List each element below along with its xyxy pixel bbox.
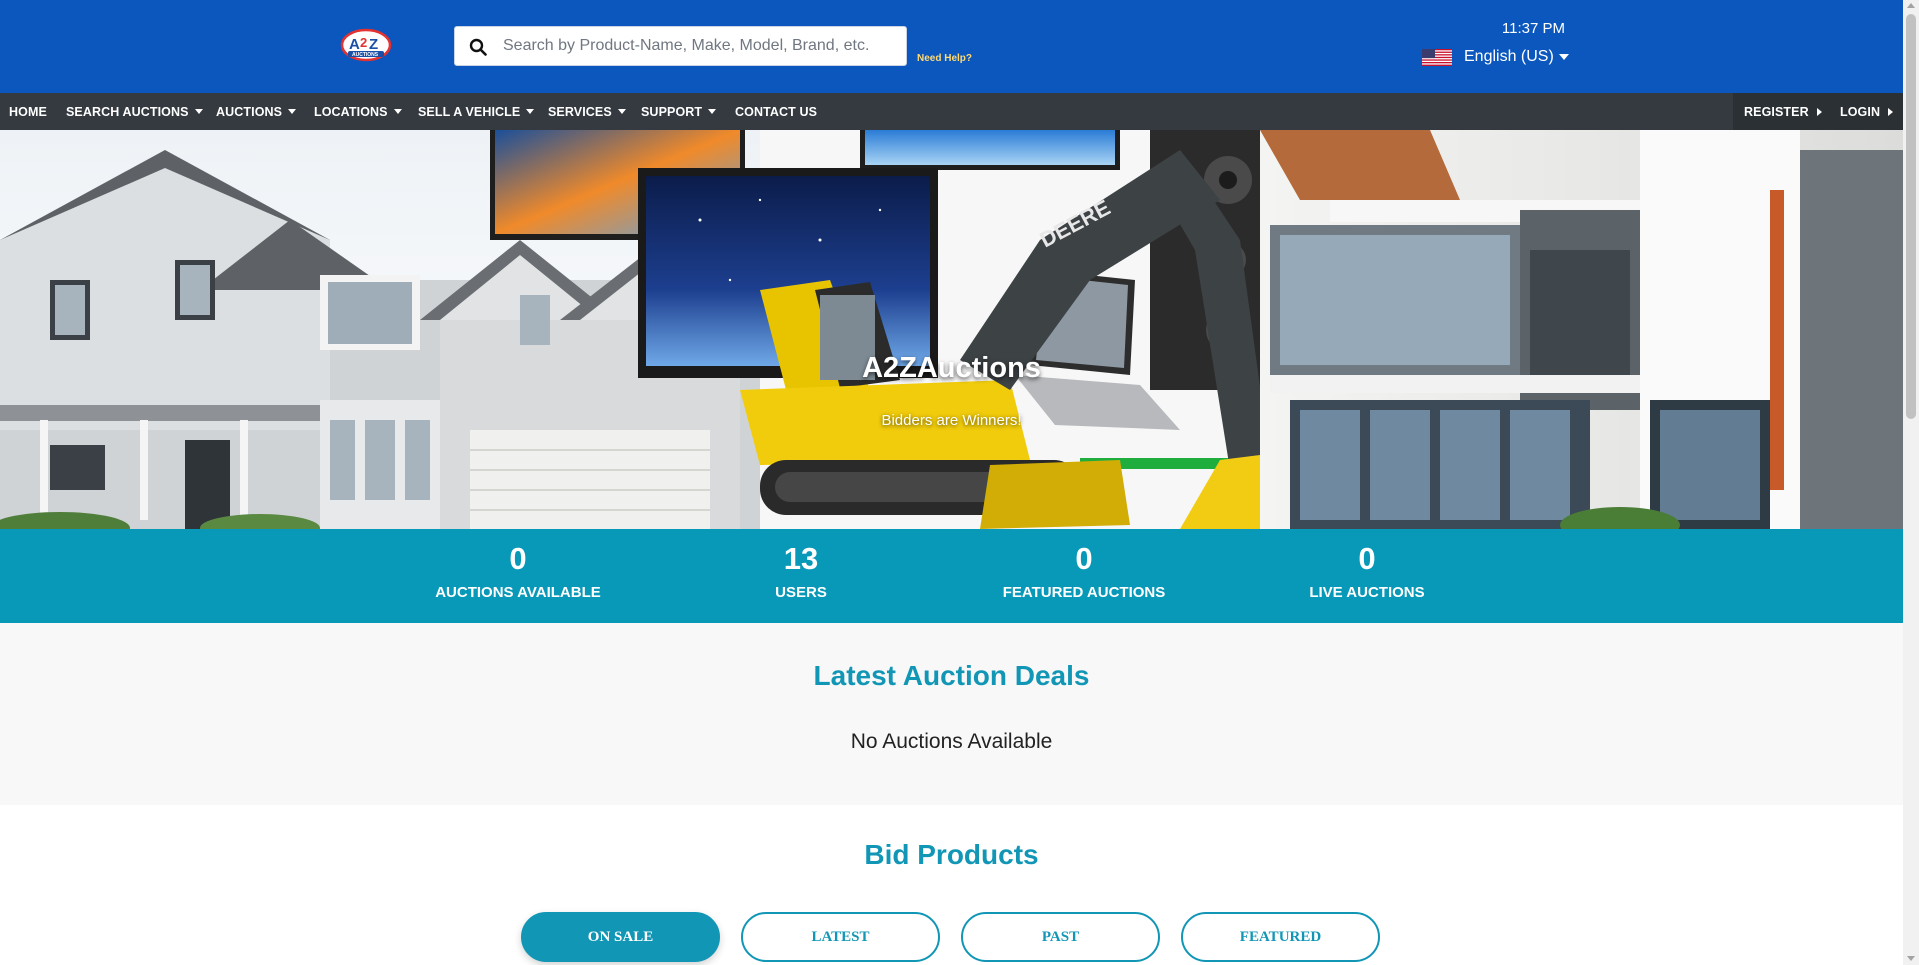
tab-featured[interactable]: FEATURED [1181, 912, 1380, 962]
nav-item-label: SUPPORT [641, 104, 703, 119]
register-link[interactable]: REGISTER [1744, 93, 1822, 130]
nav-item-sell-a-vehicle[interactable]: SELL A VEHICLE [418, 93, 535, 130]
nav-item-services[interactable]: SERVICES [548, 93, 626, 130]
stat-value: 0 [1075, 541, 1093, 576]
stat-live-auctions: 0 LIVE AUCTIONS [1247, 539, 1487, 601]
stats-bar: 0 AUCTIONS AVAILABLE 13 USERS 0 FEATURED… [0, 529, 1903, 623]
nav-item-label: CONTACT US [735, 104, 818, 119]
chevron-down-icon [1558, 54, 1569, 60]
nav-item-label: SERVICES [548, 104, 612, 119]
caret-right-icon [1816, 107, 1822, 116]
svg-text:Z: Z [369, 36, 378, 53]
register-label: REGISTER [1744, 104, 1809, 119]
tab-past[interactable]: PAST [961, 912, 1160, 962]
page: A 2 Z AUCTIONS Need Help? 11:37 PM [0, 0, 1903, 965]
stat-users: 13 USERS [681, 539, 921, 601]
stat-value: 0 [1358, 541, 1376, 576]
stat-value: 13 [783, 541, 819, 576]
tab-on-sale[interactable]: ON SALE [521, 912, 720, 962]
scroll-thumb[interactable] [1906, 14, 1916, 419]
tab-latest[interactable]: LATEST [741, 912, 940, 962]
need-help-link[interactable]: Need Help? [917, 53, 972, 64]
caret-right-icon [1888, 107, 1894, 116]
language-label: English (US) [1464, 48, 1554, 65]
search-icon[interactable] [469, 38, 487, 56]
us-flag-icon [1422, 48, 1452, 66]
stat-label: LIVE AUCTIONS [1309, 584, 1425, 601]
svg-text:2: 2 [360, 35, 367, 50]
stat-label: FEATURED AUCTIONS [1002, 584, 1166, 601]
caret-down-icon [526, 109, 535, 114]
stat-value: 0 [509, 541, 527, 576]
scroll-up-arrow-icon[interactable] [1907, 3, 1915, 8]
empty-state-text: No Auctions Available [850, 730, 1053, 753]
caret-down-icon [617, 109, 626, 114]
nav-item-label: HOME [9, 104, 47, 119]
latest-deals-title: Latest Auction Deals [813, 660, 1090, 691]
stat-label: USERS [775, 584, 827, 601]
stat-featured-auctions: 0 FEATURED AUCTIONS [964, 539, 1204, 601]
nav-item-auctions[interactable]: AUCTIONS [216, 93, 297, 130]
site-logo[interactable]: A 2 Z AUCTIONS [340, 27, 392, 63]
caret-down-icon [708, 109, 717, 114]
bid-products-section: Bid Products ON SALE LATEST PAST FEATURE… [0, 805, 1903, 965]
scroll-down-arrow-icon[interactable] [1907, 956, 1915, 961]
caret-down-icon [288, 109, 297, 114]
search-box [454, 26, 907, 66]
login-label: LOGIN [1840, 104, 1881, 119]
hero-title: A2ZAuctions [862, 352, 1041, 384]
page-scrollbar[interactable] [1903, 0, 1919, 965]
top-header: A 2 Z AUCTIONS Need Help? 11:37 PM [0, 0, 1903, 93]
nav-item-contact-us[interactable]: CONTACT US [735, 93, 817, 130]
nav-item-label: SELL A VEHICLE [418, 104, 521, 119]
nav-item-search-auctions[interactable]: SEARCH AUCTIONS [66, 93, 203, 130]
search-input[interactable] [503, 27, 903, 65]
hero-banner: DEERE A2ZAuctions Bidders are Winners! [0, 130, 1903, 529]
nav-item-label: LOCATIONS [314, 104, 388, 119]
hero-image: DEERE [0, 130, 1903, 529]
svg-text:AUCTIONS: AUCTIONS [352, 52, 379, 58]
nav-item-home[interactable]: HOME [9, 93, 47, 130]
latest-deals-section: Latest Auction Deals No Auctions Availab… [0, 623, 1903, 805]
caret-down-icon [393, 109, 402, 114]
nav-item-label: AUCTIONS [216, 104, 283, 119]
bid-products-title: Bid Products [864, 839, 1039, 870]
login-link[interactable]: LOGIN [1840, 93, 1894, 130]
main-nav: HOME SEARCH AUCTIONS AUCTIONS LOCATIONS … [0, 93, 1903, 130]
stat-auctions-available: 0 AUCTIONS AVAILABLE [398, 539, 638, 601]
nav-item-locations[interactable]: LOCATIONS [314, 93, 402, 130]
hero-subtitle: Bidders are Winners! [881, 412, 1022, 429]
nav-item-support[interactable]: SUPPORT [641, 93, 717, 130]
nav-item-label: SEARCH AUCTIONS [66, 104, 189, 119]
stat-label: AUCTIONS AVAILABLE [435, 584, 601, 601]
svg-text:A: A [349, 36, 360, 53]
current-time: 11:37 PM [1501, 20, 1565, 37]
language-selector[interactable]: English (US) [1422, 48, 1569, 66]
caret-down-icon [194, 109, 203, 114]
